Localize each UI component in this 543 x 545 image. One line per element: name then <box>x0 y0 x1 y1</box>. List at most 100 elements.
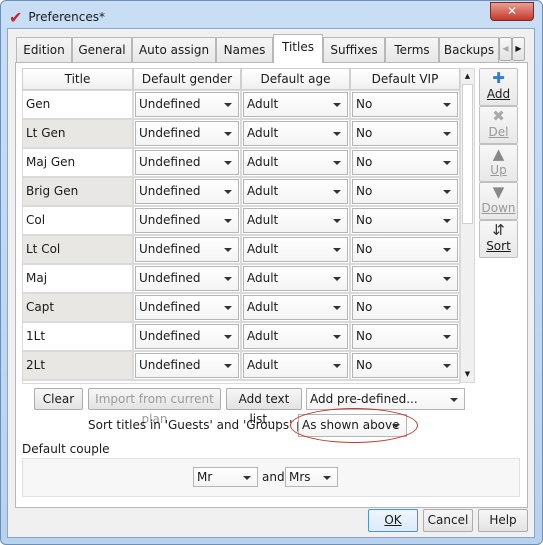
age-dropdown[interactable]: Adult <box>243 179 348 204</box>
age-dropdown[interactable]: Adult <box>243 266 348 291</box>
down-arrow-icon: ▼ <box>492 183 505 201</box>
scroll-thumb[interactable] <box>462 84 473 224</box>
clear-button[interactable]: Clear <box>34 388 83 410</box>
column-header[interactable]: Default gender <box>133 68 241 90</box>
del-button[interactable]: ✖ Del <box>479 106 518 144</box>
gender-dropdown[interactable]: Undefined <box>135 324 239 349</box>
title-cell[interactable]: Lt Col <box>22 235 133 264</box>
gender-dropdown[interactable]: Undefined <box>135 179 239 204</box>
chevron-down-icon <box>333 132 341 136</box>
partial-row <box>22 380 460 384</box>
title-cell[interactable]: Gen <box>22 90 133 119</box>
and-label: and <box>262 470 285 484</box>
title-cell[interactable]: Brig Gen <box>22 177 133 206</box>
vip-dropdown[interactable]: No <box>352 92 458 117</box>
up-button[interactable]: ▲ Up <box>479 144 518 182</box>
tab-backups[interactable]: Backups <box>439 37 499 63</box>
add-text-list-button[interactable]: Add text list... <box>226 388 302 426</box>
vip-dropdown[interactable]: No <box>352 324 458 349</box>
gender-dropdown[interactable]: Undefined <box>135 237 239 262</box>
help-label: Help <box>489 513 517 527</box>
scroll-down-arrow[interactable]: ▼ <box>461 367 474 382</box>
import-from-plan-button[interactable]: Import from current plan <box>88 388 221 426</box>
tab-scroll-left[interactable]: ◀ <box>499 37 512 61</box>
couple-first-dropdown[interactable]: Mr <box>193 467 258 487</box>
age-dropdown[interactable]: Adult <box>243 121 348 146</box>
tab-titles[interactable]: Titles <box>273 34 323 63</box>
tab-scroll-right[interactable]: ▶ <box>512 37 525 61</box>
sort-button[interactable]: ⇵ Sort <box>479 220 518 258</box>
scroll-up-arrow[interactable]: ▲ <box>461 69 474 84</box>
help-button[interactable]: Help <box>478 509 528 532</box>
couple-second-dropdown[interactable]: Mrs <box>285 467 338 487</box>
del-label: Del <box>488 125 509 139</box>
chevron-down-icon <box>443 103 451 107</box>
age-dropdown[interactable]: Adult <box>243 92 348 117</box>
gender-dropdown[interactable]: Undefined <box>135 121 239 146</box>
tab-suffixes[interactable]: Suffixes <box>323 37 385 63</box>
column-header[interactable]: Default VIP <box>350 68 460 90</box>
title-cell[interactable]: Capt <box>22 293 133 322</box>
vip-dropdown[interactable]: No <box>352 266 458 291</box>
tab-terms[interactable]: Terms <box>385 37 439 63</box>
title-cell[interactable]: 1Lt <box>22 322 133 351</box>
sort-label: Sort <box>486 239 511 253</box>
app-check-icon: ✔ <box>9 7 23 27</box>
tab-auto-assign[interactable]: Auto assign <box>132 37 216 63</box>
tab-names[interactable]: Names <box>216 37 273 63</box>
chevron-down-icon <box>224 248 232 252</box>
dropdown-value: Adult <box>247 155 279 169</box>
chevron-down-icon <box>333 190 341 194</box>
vip-dropdown[interactable]: No <box>352 150 458 175</box>
dropdown-value: No <box>356 184 373 198</box>
chevron-down-icon <box>333 306 341 310</box>
column-header[interactable]: Default age <box>241 68 350 90</box>
tab-edition[interactable]: Edition <box>16 37 72 63</box>
vip-dropdown[interactable]: No <box>352 295 458 320</box>
gender-dropdown[interactable]: Undefined <box>135 208 239 233</box>
vip-dropdown[interactable]: No <box>352 208 458 233</box>
dropdown-value: Undefined <box>139 184 201 198</box>
age-dropdown[interactable]: Adult <box>243 353 348 378</box>
title-cell[interactable]: Maj Gen <box>22 148 133 177</box>
title-cell[interactable]: Col <box>22 206 133 235</box>
gender-dropdown[interactable]: Undefined <box>135 266 239 291</box>
dropdown-value: No <box>356 358 373 372</box>
title-cell[interactable]: Maj <box>22 264 133 293</box>
cancel-button[interactable]: Cancel <box>423 509 473 532</box>
chevron-down-icon <box>333 335 341 339</box>
age-dropdown[interactable]: Adult <box>243 237 348 262</box>
chevron-down-icon <box>323 476 331 480</box>
chevron-down-icon <box>450 398 458 402</box>
dropdown-value: Adult <box>247 271 279 285</box>
gender-dropdown[interactable]: Undefined <box>135 150 239 175</box>
add-button[interactable]: ✚ Add <box>479 68 518 106</box>
vip-dropdown[interactable]: No <box>352 121 458 146</box>
age-dropdown[interactable]: Adult <box>243 150 348 175</box>
chevron-down-icon <box>224 132 232 136</box>
column-header[interactable]: Title <box>22 68 133 90</box>
chevron-down-icon <box>224 306 232 310</box>
title-cell[interactable]: 2Lt <box>22 351 133 380</box>
ok-button[interactable]: OK <box>368 509 418 532</box>
vip-dropdown[interactable]: No <box>352 353 458 378</box>
add-label: Add <box>486 87 511 101</box>
close-button[interactable]: ✕ <box>490 2 534 21</box>
age-dropdown[interactable]: Adult <box>243 208 348 233</box>
gender-dropdown[interactable]: Undefined <box>135 353 239 378</box>
chevron-down-icon <box>443 190 451 194</box>
chevron-down-icon <box>224 103 232 107</box>
chevron-down-icon <box>333 103 341 107</box>
title-cell[interactable]: Lt Gen <box>22 119 133 148</box>
tab-general[interactable]: General <box>72 37 132 63</box>
table-scrollbar[interactable]: ▲ ▼ <box>460 68 475 383</box>
vip-dropdown[interactable]: No <box>352 237 458 262</box>
age-dropdown[interactable]: Adult <box>243 324 348 349</box>
gender-dropdown[interactable]: Undefined <box>135 92 239 117</box>
vip-dropdown[interactable]: No <box>352 179 458 204</box>
add-predefined-dropdown[interactable]: Add pre-defined... <box>306 388 465 410</box>
age-dropdown[interactable]: Adult <box>243 295 348 320</box>
down-button[interactable]: ▼ Down <box>479 182 518 220</box>
chevron-down-icon <box>224 219 232 223</box>
gender-dropdown[interactable]: Undefined <box>135 295 239 320</box>
